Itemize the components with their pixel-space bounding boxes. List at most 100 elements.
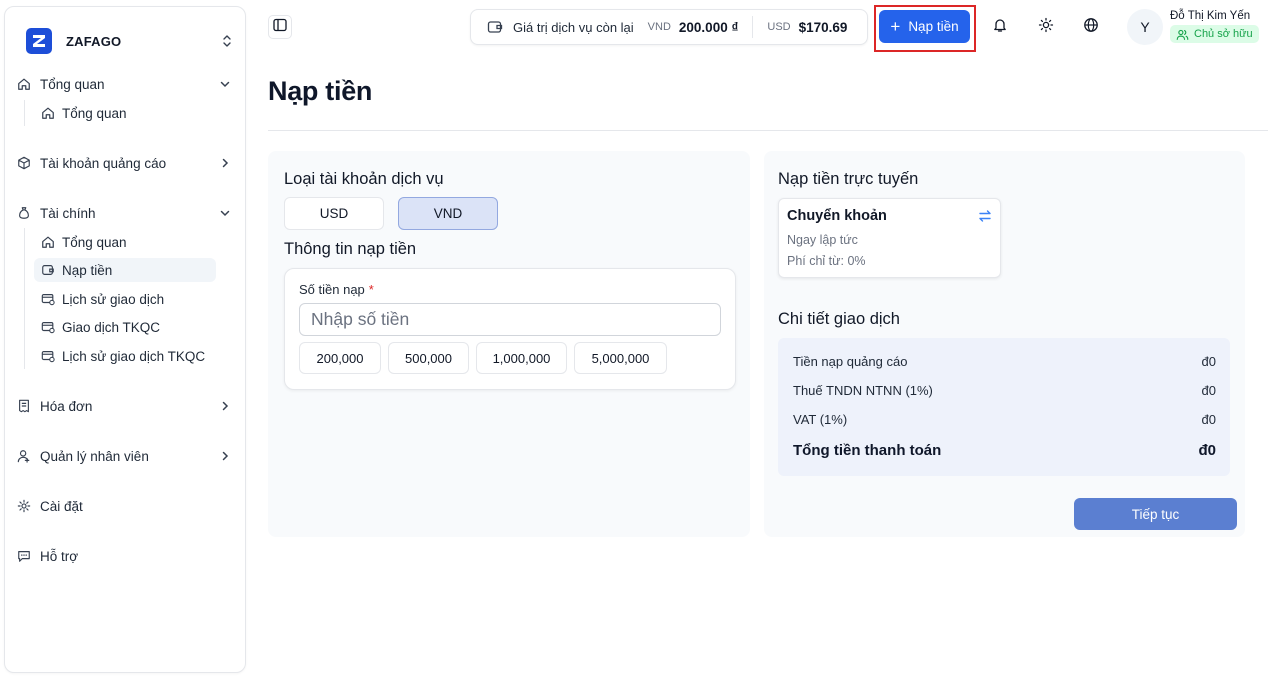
required-mark: * xyxy=(368,282,374,297)
chevron-down-icon xyxy=(218,206,232,220)
preset-amount-button[interactable]: 500,000 xyxy=(388,342,469,374)
sidebar-item-label: Tổng quan xyxy=(62,234,127,250)
preset-amount-button[interactable]: 1,000,000 xyxy=(476,342,567,374)
divider xyxy=(268,130,1268,131)
account-type-vnd-button[interactable]: VND xyxy=(398,197,498,230)
method-fee: Phí chỉ từ: 0% xyxy=(787,254,866,268)
detail-value: đ0 xyxy=(1201,383,1216,398)
sidebar-group-staff[interactable]: Quản lý nhân viên xyxy=(12,442,234,470)
online-topup-title: Nạp tiền trực tuyến xyxy=(778,170,919,188)
topup-button-label: Nạp tiền xyxy=(908,19,959,34)
vnd-currency: VND xyxy=(647,21,671,33)
card-history-icon xyxy=(40,348,56,364)
sidebar-toggle-button[interactable] xyxy=(268,15,292,39)
sidebar-item-label: Lịch sử giao dịch xyxy=(62,291,165,307)
amount-input[interactable] xyxy=(299,303,721,336)
wallet-icon xyxy=(40,262,56,278)
theme-toggle-button[interactable] xyxy=(1035,16,1057,38)
balance-summary: Giá trị dịch vụ còn lại VND 200.000 ₫ US… xyxy=(470,9,868,45)
sidebar-group-ad-accounts[interactable]: Tài khoản quảng cáo xyxy=(12,149,234,177)
sidebar-item-label: Lịch sử giao dịch TKQC xyxy=(62,348,206,364)
method-title: Chuyển khoản xyxy=(787,208,887,224)
notifications-button[interactable] xyxy=(989,16,1011,38)
brand-logo-icon xyxy=(25,27,53,55)
role-badge: Chủ sở hữu xyxy=(1170,25,1259,43)
tree-line xyxy=(24,228,25,369)
language-button[interactable] xyxy=(1080,16,1102,38)
chevron-up-down-icon xyxy=(221,32,233,50)
continue-button[interactable]: Tiếp tục xyxy=(1074,498,1237,530)
method-speed: Ngay lập tức xyxy=(787,233,858,247)
transaction-detail-title: Chi tiết giao dịch xyxy=(778,310,900,328)
card-history-icon xyxy=(40,319,56,335)
detail-label: Thuế TNDN NTNN (1%) xyxy=(793,383,933,398)
account-type-usd-button[interactable]: USD xyxy=(284,197,384,230)
chevron-right-icon xyxy=(218,449,232,463)
home-icon xyxy=(40,234,56,250)
swap-icon xyxy=(977,208,993,224)
sidebar-item-transaction-history[interactable]: Lịch sử giao dịch xyxy=(34,287,216,311)
sidebar-item-label: Giao dịch TKQC xyxy=(62,319,161,335)
detail-value: đ0 xyxy=(1201,354,1216,369)
vnd-balance: 200.000 ₫ xyxy=(678,19,739,35)
sidebar-item-overview[interactable]: Tổng quan xyxy=(34,101,216,125)
sidebar-item-ad-transactions[interactable]: Giao dịch TKQC xyxy=(34,315,216,339)
detail-value: đ0 xyxy=(1201,412,1216,427)
sidebar-group-invoices[interactable]: Hóa đơn xyxy=(12,392,234,420)
tree-line xyxy=(24,100,25,126)
sidebar-item-label: Cài đặt xyxy=(40,498,83,514)
cube-icon xyxy=(16,155,32,171)
topup-button[interactable]: + Nạp tiền xyxy=(879,10,970,43)
home-icon xyxy=(16,76,32,92)
amount-label: Số tiền nạp * xyxy=(299,282,374,297)
detail-row: VAT (1%) đ0 xyxy=(793,412,1216,427)
receipt-icon xyxy=(16,398,32,414)
plus-icon: + xyxy=(890,17,901,36)
user-name: Đỗ Thị Kim Yến xyxy=(1170,10,1251,22)
sidebar-item-ad-transaction-history[interactable]: Lịch sử giao dịch TKQC xyxy=(34,344,216,368)
home-icon xyxy=(40,105,56,121)
sidebar-item-settings[interactable]: Cài đặt xyxy=(12,492,234,520)
sidebar-item-support[interactable]: Hỗ trợ xyxy=(12,542,234,570)
sidebar-item-label: Hỗ trợ xyxy=(40,548,79,564)
detail-label: Tiền nạp quảng cáo xyxy=(793,354,908,369)
role-label: Chủ sở hữu xyxy=(1194,28,1253,40)
usd-balance: $170.69 xyxy=(798,19,848,35)
balance-label: Giá trị dịch vụ còn lại xyxy=(513,19,634,35)
sidebar-group-label: Quản lý nhân viên xyxy=(40,448,149,464)
sidebar-group-overview[interactable]: Tổng quan xyxy=(12,70,234,98)
user-icon xyxy=(16,448,32,464)
avatar[interactable]: Y xyxy=(1127,9,1163,45)
chevron-right-icon xyxy=(218,399,232,413)
sidebar-group-label: Tài chính xyxy=(40,205,96,221)
detail-row: Thuế TNDN NTNN (1%) đ0 xyxy=(793,383,1216,398)
card-history-icon xyxy=(40,291,56,307)
usd-currency: USD xyxy=(767,21,791,33)
total-value: đ0 xyxy=(1198,442,1216,459)
globe-icon xyxy=(1083,17,1099,38)
detail-label: VAT (1%) xyxy=(793,412,848,427)
topup-info-title: Thông tin nạp tiền xyxy=(284,240,417,258)
gear-icon xyxy=(16,498,32,514)
sidebar-item-finance-overview[interactable]: Tổng quan xyxy=(34,230,216,254)
page-title: Nạp tiền xyxy=(268,76,373,106)
sidebar-group-label: Tài khoản quảng cáo xyxy=(40,155,167,171)
sidebar-item-topup[interactable]: Nạp tiền xyxy=(34,258,216,282)
workspace-switcher[interactable]: ZAFAGO xyxy=(25,23,239,59)
chat-icon xyxy=(16,548,32,564)
total-row: Tổng tiền thanh toán đ0 xyxy=(793,442,1216,459)
sidebar-toggle-icon xyxy=(273,18,287,37)
sidebar-item-label: Nạp tiền xyxy=(62,262,113,278)
preset-amount-button[interactable]: 200,000 xyxy=(299,342,381,374)
divider xyxy=(752,16,754,38)
sidebar-group-label: Hóa đơn xyxy=(40,398,93,414)
users-icon xyxy=(1176,27,1190,41)
chevron-right-icon xyxy=(218,156,232,170)
sun-icon xyxy=(1038,17,1054,38)
sidebar-item-label: Tổng quan xyxy=(62,105,127,121)
sidebar-group-finance[interactable]: Tài chính xyxy=(12,199,234,227)
sidebar-group-label: Tổng quan xyxy=(40,76,105,92)
wallet-icon xyxy=(487,19,503,35)
preset-amount-button[interactable]: 5,000,000 xyxy=(574,342,667,374)
detail-row: Tiền nạp quảng cáo đ0 xyxy=(793,354,1216,369)
